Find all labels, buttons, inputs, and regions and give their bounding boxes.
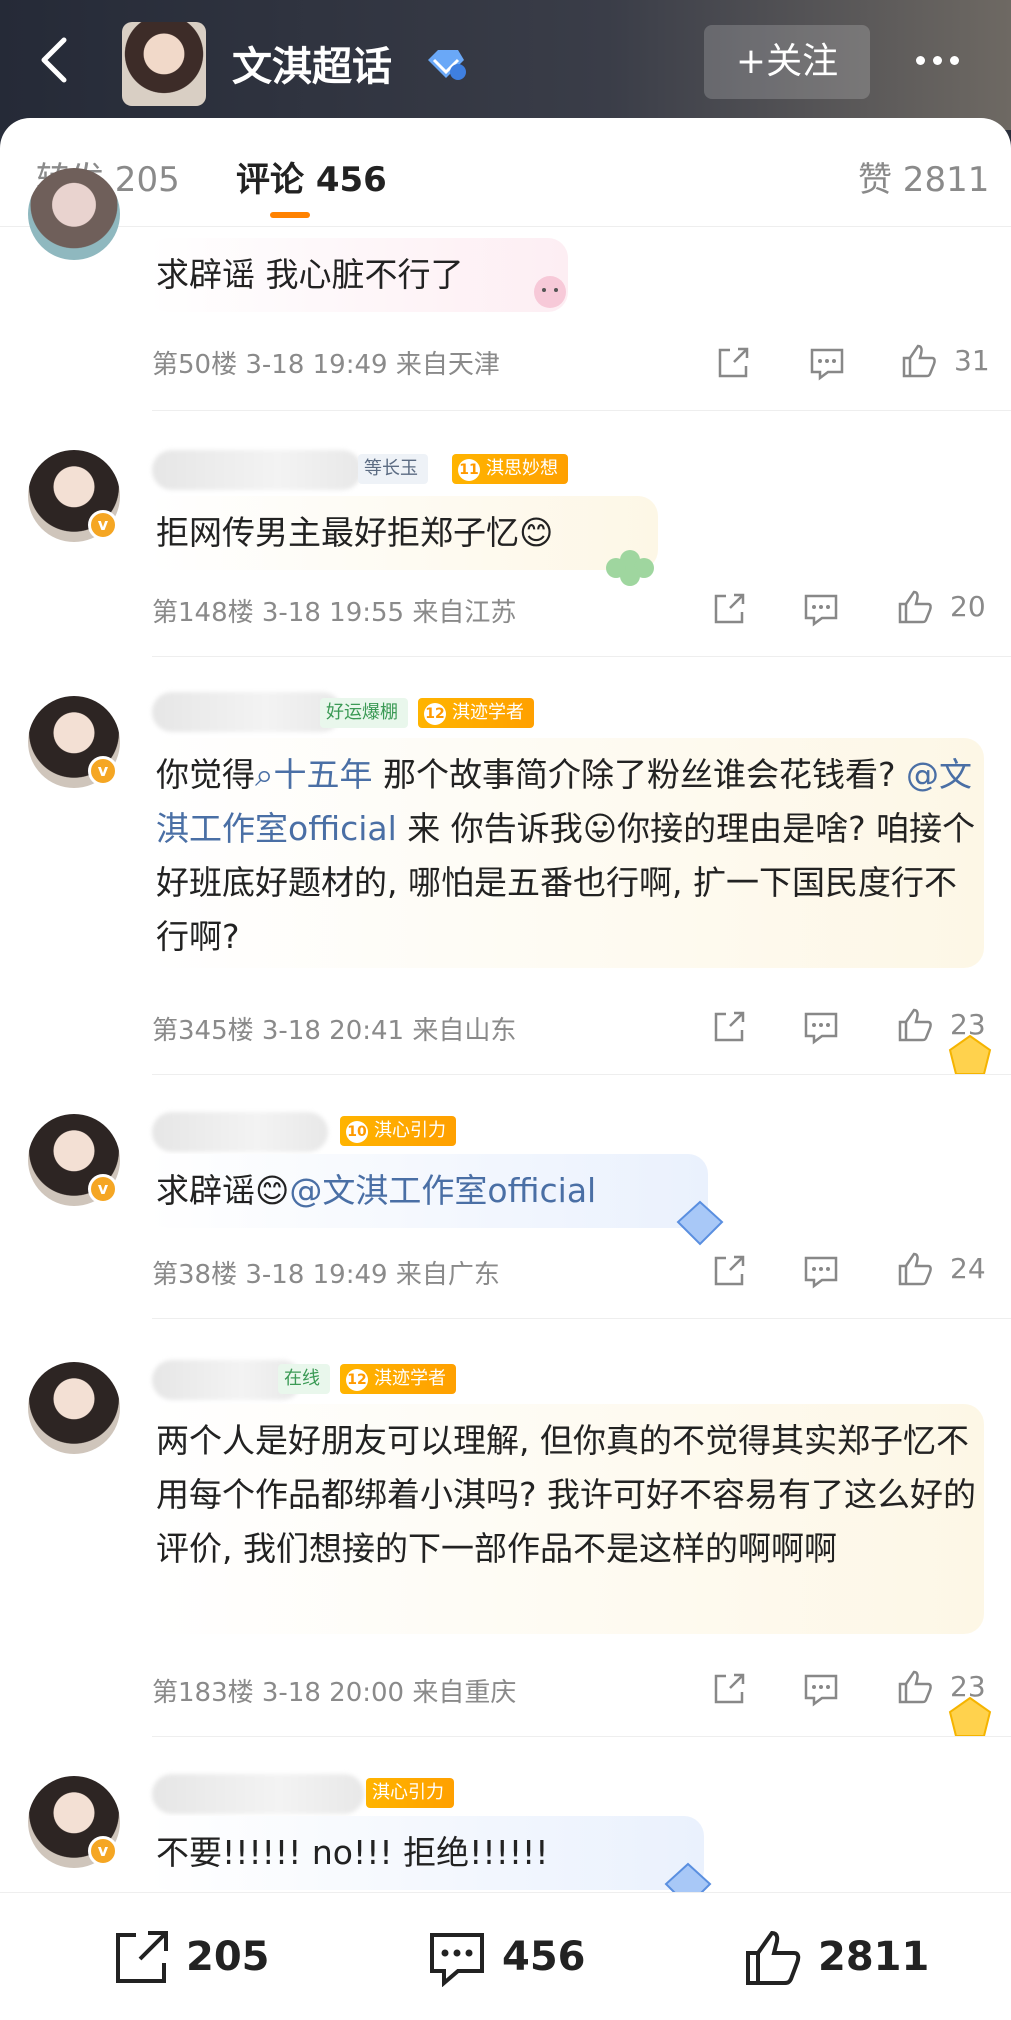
like-count: 23 — [950, 1008, 986, 1041]
repost-button[interactable]: 205 — [110, 1927, 290, 1987]
like-count: 2811 — [818, 1934, 930, 1980]
divider — [152, 1318, 1011, 1319]
follow-button[interactable]: +关注 — [704, 25, 870, 99]
like-count: 24 — [950, 1252, 986, 1285]
topic-link[interactable]: ⌕十五年 — [255, 755, 372, 794]
username[interactable] — [152, 450, 362, 490]
comment-icon — [430, 1933, 484, 1987]
comment-text: 你觉得⌕十五年 那个故事简介除了粉丝谁会花钱看? @文淇工作室official … — [148, 738, 984, 968]
verified-badge-icon: v — [88, 1174, 118, 1204]
cartoon-sticker-icon — [534, 276, 566, 308]
username[interactable] — [152, 1112, 328, 1152]
like-icon[interactable] — [896, 1668, 934, 1706]
comment-meta: 第183楼 3-18 20:00 来自重庆 — [152, 1678, 517, 1708]
verified-badge-icon: v — [88, 510, 118, 540]
comment-meta: 第50楼 3-18 19:49 来自天津 — [152, 350, 500, 380]
bottom-action-bar: 205 456 2811 — [0, 1892, 1011, 2020]
fan-level-tag: 12 淇迹学者 — [340, 1364, 456, 1394]
divider — [152, 1736, 1011, 1737]
super-topic-badge-icon — [428, 50, 466, 80]
back-button[interactable] — [28, 30, 88, 90]
reply-icon[interactable] — [802, 590, 840, 628]
like-count: 23 — [950, 1670, 986, 1703]
comment-text: 求辟谣 我心脏不行了 — [148, 238, 568, 312]
tab-like[interactable]: 赞 2811 — [858, 152, 989, 201]
divider — [152, 410, 1011, 411]
like-icon[interactable] — [896, 1250, 934, 1288]
repost-icon — [116, 1931, 168, 1983]
like-icon[interactable] — [896, 588, 934, 626]
diamond-sticker-icon — [676, 1200, 724, 1246]
fan-level-tag: 10 淇心引力 — [340, 1116, 456, 1146]
tab-comment[interactable]: 评论 456 — [236, 152, 387, 201]
fan-level-tag: 11 淇思妙想 — [452, 454, 568, 484]
fan-tag: 好运爆棚 — [320, 698, 408, 728]
username[interactable] — [152, 1774, 364, 1814]
like-icon[interactable] — [896, 1006, 934, 1044]
share-icon[interactable] — [710, 590, 748, 628]
page-title: 文淇超话 — [232, 44, 392, 90]
comment-text: 不要!!!!!! no!!! 拒绝!!!!!! — [148, 1816, 704, 1890]
like-icon[interactable] — [900, 342, 938, 380]
fan-tag: 在线 — [278, 1364, 330, 1394]
comment-count: 456 — [502, 1934, 586, 1980]
active-tab-indicator — [270, 212, 310, 218]
comment-button[interactable]: 456 — [426, 1927, 606, 1987]
topic-avatar[interactable] — [122, 22, 206, 106]
reply-icon[interactable] — [802, 1008, 840, 1046]
username[interactable] — [152, 692, 342, 732]
fan-level-tag: 12 淇迹学者 — [418, 698, 534, 728]
reply-icon[interactable] — [802, 1670, 840, 1708]
comment-meta: 第345楼 3-18 20:41 来自山东 — [152, 1016, 517, 1046]
comment-text: 两个人是好朋友可以理解, 但你真的不觉得其实郑子忆不用每个作品都绑着小淇吗? 我… — [148, 1404, 984, 1634]
like-count: 31 — [954, 344, 990, 377]
share-icon[interactable] — [710, 1252, 748, 1290]
comment-sheet: 转发 205 评论 456 赞 2811 求辟谣 我心脏不行了 第50楼 3-1… — [0, 118, 1011, 2020]
tab-bar: 转发 205 评论 456 赞 2811 — [0, 118, 1011, 227]
share-icon[interactable] — [714, 344, 752, 382]
avatar[interactable] — [28, 168, 120, 260]
verified-badge-icon: v — [88, 1836, 118, 1866]
comment-text: 求辟谣😊@文淇工作室official — [148, 1154, 708, 1228]
mention-link[interactable]: @文淇工作室official — [289, 1171, 596, 1210]
reply-icon[interactable] — [808, 344, 846, 382]
divider — [152, 1074, 1011, 1075]
more-options-icon[interactable] — [916, 50, 976, 74]
reply-icon[interactable] — [802, 1252, 840, 1290]
thumbs-up-icon — [746, 1930, 801, 1985]
repost-count: 205 — [186, 1934, 270, 1980]
clover-sticker-icon — [606, 550, 654, 586]
divider — [152, 656, 1011, 657]
fan-tag: 等长玉 — [358, 454, 428, 484]
verified-badge-icon: v — [88, 756, 118, 786]
like-button[interactable]: 2811 — [742, 1927, 942, 1987]
share-icon[interactable] — [710, 1670, 748, 1708]
divider — [0, 226, 1011, 227]
comment-meta: 第38楼 3-18 19:49 来自广东 — [152, 1260, 500, 1290]
top-bar: 文淇超话 +关注 — [0, 0, 1011, 130]
fan-level-tag: 淇心引力 — [366, 1778, 454, 1808]
back-arrow-icon — [41, 37, 67, 83]
like-count: 20 — [950, 590, 986, 623]
comment-meta: 第148楼 3-18 19:55 来自江苏 — [152, 598, 517, 628]
share-icon[interactable] — [710, 1008, 748, 1046]
avatar[interactable] — [28, 1362, 120, 1454]
